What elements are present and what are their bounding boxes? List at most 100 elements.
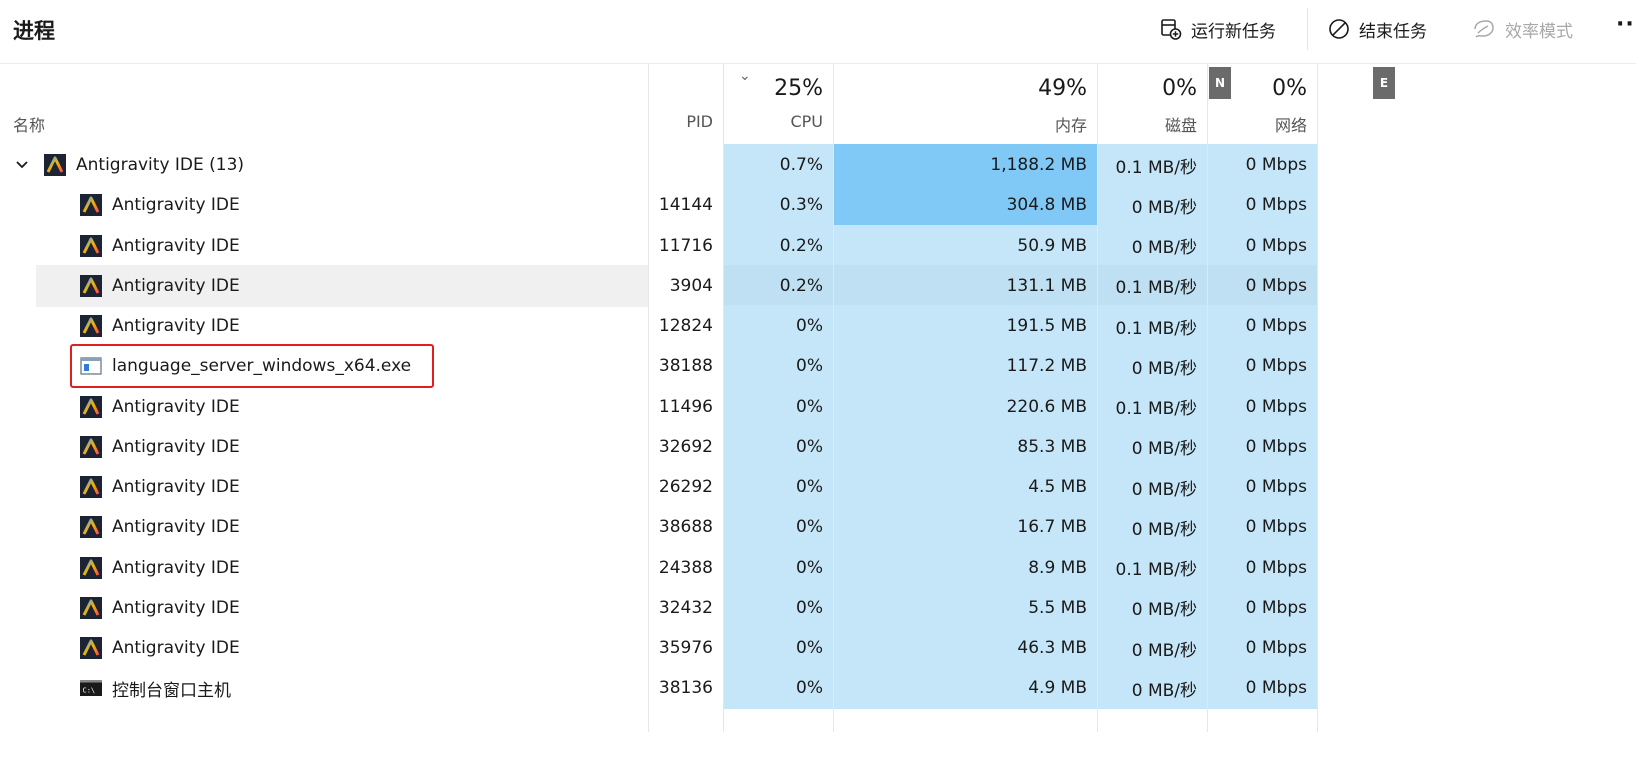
- toolbar: 进程 运行新任务 结束任务 效率模式 ···: [0, 0, 1636, 64]
- table-row[interactable]: Antigravity IDE 14144 0.3% 304.8 MB 0 MB/秒 0 …: [0, 184, 1318, 227]
- process-name-cell: Antigravity IDE (13): [0, 144, 648, 186]
- process-network: 0 Mbps: [1207, 506, 1317, 549]
- tag-e: E: [1373, 67, 1395, 99]
- table-row[interactable]: C:\ 控制台窗口主机 38136 0% 4.9 MB 0 MB/秒 0 Mbps: [0, 667, 1318, 710]
- process-cpu: 0%: [723, 385, 833, 428]
- process-disk: 0.1 MB/秒: [1097, 546, 1207, 589]
- col-divider: [723, 64, 724, 732]
- process-name-cell: Antigravity IDE: [0, 627, 648, 669]
- process-disk: 0 MB/秒: [1097, 184, 1207, 227]
- process-disk: 0 MB/秒: [1097, 506, 1207, 549]
- process-pid: 24388: [658, 557, 713, 578]
- process-network: 0 Mbps: [1207, 305, 1317, 347]
- process-network: 0 Mbps: [1207, 144, 1317, 186]
- table-row[interactable]: Antigravity IDE 32432 0% 5.5 MB 0 MB/秒 0 Mbps: [0, 586, 1318, 629]
- col-disk[interactable]: 0% 磁盘: [1097, 64, 1207, 144]
- process-memory: 50.9 MB: [833, 224, 1097, 267]
- process-network: 0 Mbps: [1207, 425, 1317, 468]
- process-pid: 38188: [658, 356, 713, 377]
- col-divider: [1097, 64, 1098, 732]
- process-cpu: 0%: [723, 506, 833, 549]
- end-task-button[interactable]: 结束任务: [1328, 14, 1427, 44]
- col-pid[interactable]: PID: [648, 64, 723, 144]
- antigravity-icon: [80, 274, 102, 297]
- process-network: 0 Mbps: [1207, 385, 1317, 428]
- process-network: 0 Mbps: [1207, 466, 1317, 508]
- antigravity-icon: [44, 154, 66, 176]
- process-cpu: 0%: [723, 586, 833, 629]
- col-cpu-pct: 25%: [774, 76, 823, 101]
- new-task-icon: [1161, 19, 1182, 40]
- process-name-cell: Antigravity IDE: [0, 265, 648, 307]
- table-row[interactable]: Antigravity IDE 12824 0% 191.5 MB 0.1 MB/秒 0 …: [0, 305, 1318, 347]
- process-name: Antigravity IDE: [112, 477, 240, 497]
- col-pid-label: PID: [686, 112, 713, 131]
- process-pid: 35976: [658, 638, 713, 658]
- table-row[interactable]: Antigravity IDE 3904 0.2% 131.1 MB 0.1 MB/秒 0…: [0, 264, 1318, 307]
- process-cpu: 0%: [723, 425, 833, 468]
- process-memory: 16.7 MB: [833, 506, 1097, 549]
- process-cpu: 0.3%: [723, 184, 833, 227]
- col-memory-label: 内存: [1054, 116, 1087, 135]
- process-name: Antigravity IDE: [112, 436, 240, 457]
- tag-n: N: [1209, 67, 1231, 99]
- table-row[interactable]: Antigravity IDE 11716 0.2% 50.9 MB 0 MB/秒 0 M…: [0, 224, 1318, 267]
- process-name: Antigravity IDE: [112, 235, 240, 256]
- process-name: Antigravity IDE: [112, 597, 240, 618]
- col-disk-pct: 0%: [1162, 76, 1197, 101]
- process-cpu: 0%: [723, 345, 833, 388]
- table-row[interactable]: Antigravity IDE 38688 0% 16.7 MB 0 MB/秒 0 Mbp…: [0, 506, 1318, 549]
- efficiency-mode-button[interactable]: 效率模式: [1472, 14, 1573, 44]
- process-network: 0 Mbps: [1207, 345, 1317, 388]
- process-network: 0 Mbps: [1207, 264, 1317, 307]
- table-row[interactable]: Antigravity IDE 26292 0% 4.5 MB 0 MB/秒 0 Mbps: [0, 466, 1318, 508]
- col-cpu[interactable]: ⌄ 25% CPU: [723, 64, 833, 144]
- process-name: Antigravity IDE: [112, 517, 240, 538]
- process-name: 控制台窗口主机: [112, 680, 231, 701]
- process-name-cell: Antigravity IDE: [0, 466, 648, 508]
- process-disk: 0 MB/秒: [1097, 345, 1207, 388]
- leaf-icon: [1474, 20, 1494, 38]
- process-cpu: 0%: [723, 305, 833, 347]
- process-memory: 117.2 MB: [833, 345, 1097, 388]
- process-group-row[interactable]: Antigravity IDE (13) 0.7% 1,188.2 MB 0.1 MB…: [0, 144, 1318, 186]
- process-name-cell: Antigravity IDE: [0, 184, 648, 226]
- process-pid: 11716: [658, 235, 713, 256]
- process-cpu: 0%: [723, 627, 833, 669]
- process-name: Antigravity IDE (13): [76, 155, 245, 175]
- process-pid: 38688: [658, 517, 713, 538]
- antigravity-icon: [80, 435, 102, 458]
- antigravity-icon: [80, 315, 102, 337]
- console-icon: C:\: [80, 677, 102, 699]
- block-icon: [1329, 19, 1349, 39]
- process-cpu: 0%: [723, 466, 833, 508]
- col-name[interactable]: 名称: [0, 64, 648, 144]
- col-memory[interactable]: 49% 内存: [833, 64, 1097, 144]
- antigravity-icon: [80, 194, 102, 217]
- process-memory: 220.6 MB: [833, 385, 1097, 428]
- col-name-label: 名称: [13, 116, 46, 135]
- col-divider: [1207, 64, 1208, 732]
- process-network: 0 Mbps: [1207, 546, 1317, 589]
- process-name-cell: Antigravity IDE: [0, 547, 648, 589]
- table-row[interactable]: Antigravity IDE 35976 0% 46.3 MB 0 MB/秒 0 Mbp…: [0, 627, 1318, 669]
- process-network: 0 Mbps: [1207, 224, 1317, 267]
- process-memory: 46.3 MB: [833, 627, 1097, 669]
- process-name-cell: Antigravity IDE: [0, 587, 648, 629]
- process-name: Antigravity IDE: [112, 316, 240, 336]
- sort-down-icon: ⌄: [739, 68, 751, 84]
- process-memory: 304.8 MB: [833, 184, 1097, 227]
- process-disk: 0 MB/秒: [1097, 224, 1207, 267]
- col-network-pct: 0%: [1272, 76, 1307, 101]
- run-new-task-button[interactable]: 运行新任务: [1160, 14, 1276, 44]
- chevron-down-icon[interactable]: [14, 157, 30, 178]
- process-cpu: 0%: [723, 546, 833, 589]
- process-name: Antigravity IDE: [112, 195, 240, 216]
- process-disk: 0 MB/秒: [1097, 466, 1207, 508]
- more-options-button[interactable]: ···: [1616, 12, 1636, 37]
- table-row[interactable]: Antigravity IDE 24388 0% 8.9 MB 0.1 MB/秒 0 Mb…: [0, 546, 1318, 589]
- col-divider: [1317, 64, 1318, 732]
- table-row[interactable]: Antigravity IDE 32692 0% 85.3 MB 0 MB/秒 0 Mbp…: [0, 425, 1318, 468]
- table-row[interactable]: Antigravity IDE 11496 0% 220.6 MB 0.1 MB/秒 0 …: [0, 385, 1318, 428]
- process-cpu: 0%: [723, 667, 833, 710]
